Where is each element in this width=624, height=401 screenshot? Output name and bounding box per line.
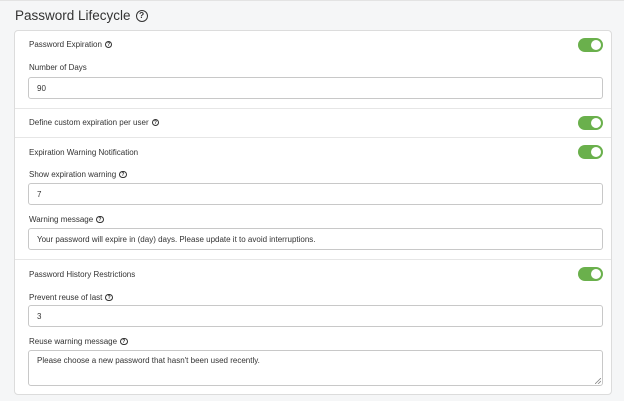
prevent-reuse-row: Prevent reuse of last ? <box>29 293 113 302</box>
section-divider <box>15 137 611 138</box>
prevent-reuse-label: Prevent reuse of last <box>29 293 103 302</box>
password-lifecycle-card: Password Expiration ? Number of Days Def… <box>14 30 612 395</box>
section-divider <box>15 259 611 260</box>
password-history-row: Password History Restrictions <box>29 270 135 279</box>
toggle-knob <box>591 147 601 157</box>
prevent-reuse-input[interactable] <box>28 305 603 327</box>
show-expiration-warning-label: Show expiration warning <box>29 170 117 179</box>
reuse-warning-message-label: Reuse warning message <box>29 337 118 346</box>
reuse-warning-message-textarea[interactable]: Please choose a new password that hasn't… <box>28 350 603 386</box>
custom-expiration-row: Define custom expiration per user ? <box>29 118 160 127</box>
toggle-knob <box>591 118 601 128</box>
expiration-warning-row: Expiration Warning Notification <box>29 148 138 157</box>
reuse-warning-message-row: Reuse warning message ? <box>29 337 128 346</box>
warning-message-label: Warning message <box>29 215 94 224</box>
warning-message-input[interactable] <box>28 228 603 250</box>
password-expiration-row: Password Expiration ? <box>29 40 113 49</box>
section-divider <box>15 108 611 109</box>
help-icon[interactable]: ? <box>120 337 128 346</box>
custom-expiration-label: Define custom expiration per user <box>29 118 149 127</box>
page-title: Password Lifecycle <box>15 8 131 23</box>
resize-handle-icon[interactable] <box>595 378 601 384</box>
help-icon[interactable]: ? <box>119 170 127 179</box>
toggle-knob <box>591 269 601 279</box>
top-divider <box>0 0 624 1</box>
help-icon[interactable]: ? <box>96 215 104 224</box>
custom-expiration-toggle[interactable] <box>578 116 603 130</box>
number-of-days-label: Number of Days <box>29 63 87 72</box>
expiration-warning-toggle[interactable] <box>578 145 603 159</box>
password-history-label: Password History Restrictions <box>29 270 136 279</box>
password-history-toggle[interactable] <box>578 267 603 281</box>
expiration-warning-label: Expiration Warning Notification <box>29 148 139 157</box>
warning-message-row: Warning message ? <box>29 215 104 224</box>
help-icon[interactable]: ? <box>135 9 148 22</box>
number-of-days-row: Number of Days <box>29 63 87 72</box>
help-icon[interactable]: ? <box>104 40 113 49</box>
show-expiration-warning-input[interactable] <box>28 183 603 205</box>
show-expiration-warning-row: Show expiration warning ? <box>29 170 127 179</box>
number-of-days-input[interactable] <box>28 77 603 99</box>
password-expiration-toggle[interactable] <box>578 38 603 52</box>
password-expiration-label: Password Expiration <box>29 40 102 49</box>
page-header: Password Lifecycle ? <box>15 8 148 23</box>
help-icon[interactable]: ? <box>105 293 113 302</box>
help-icon[interactable]: ? <box>151 118 160 127</box>
toggle-knob <box>591 40 601 50</box>
